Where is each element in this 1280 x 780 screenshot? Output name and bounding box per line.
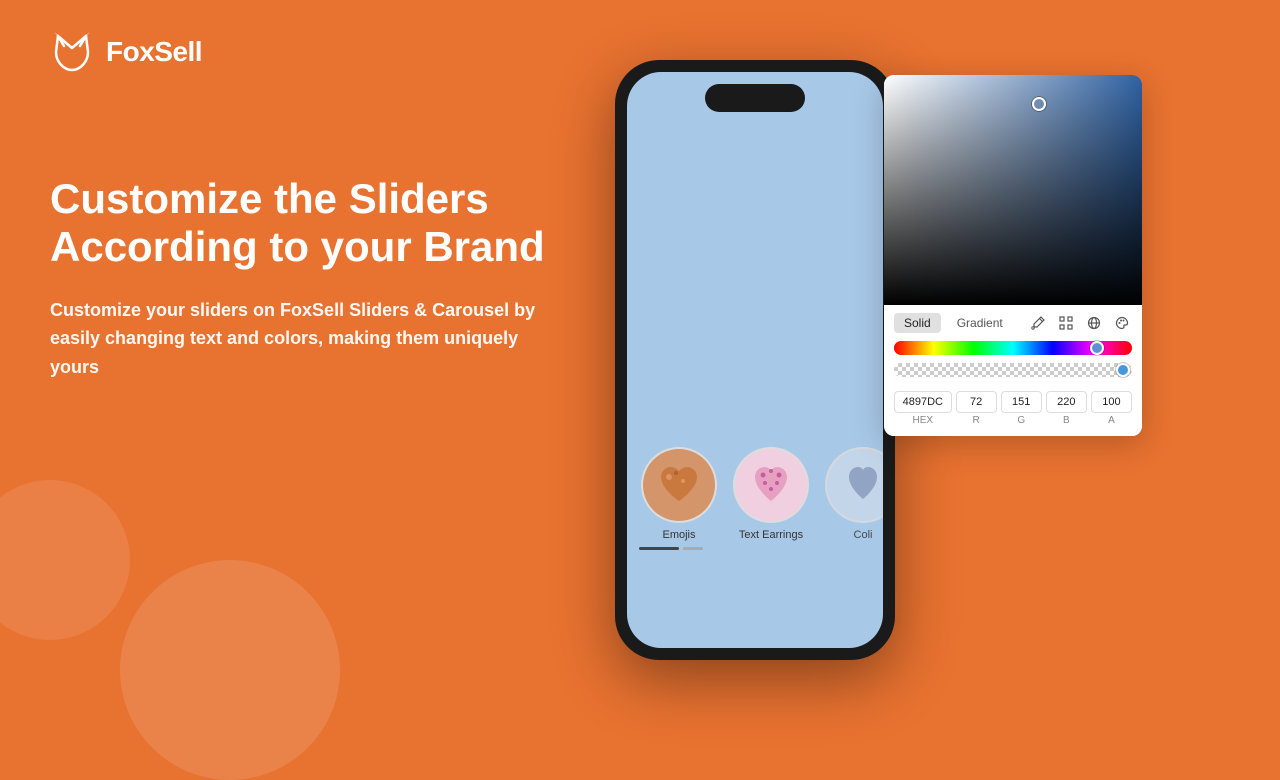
- alpha-slider[interactable]: [894, 363, 1132, 377]
- hex-label: HEX: [913, 415, 934, 426]
- slider-label-emojis: Emojis: [662, 529, 695, 541]
- logo-icon: [50, 30, 94, 74]
- g-field: G: [1001, 391, 1042, 426]
- slider-img-earrings: [733, 447, 809, 523]
- a-field: A: [1091, 391, 1132, 426]
- b-field: B: [1046, 391, 1087, 426]
- color-cursor[interactable]: [1032, 97, 1046, 111]
- slider-item-emojis: Emojis: [639, 447, 719, 541]
- hex-input[interactable]: [894, 391, 952, 413]
- bg-decoration-circle-2: [0, 480, 130, 640]
- color-gradient-canvas[interactable]: [884, 75, 1142, 305]
- grid-icon[interactable]: [1056, 313, 1076, 333]
- phone-frame: Emojis: [615, 60, 895, 660]
- color-picker-panel: Solid Gradient: [884, 75, 1142, 436]
- hue-slider[interactable]: [894, 341, 1132, 355]
- b-label: B: [1063, 415, 1070, 426]
- slider-img-coli: [825, 447, 883, 523]
- phone-slider-area: Emojis: [627, 437, 883, 558]
- gradient-dark-overlay: [884, 75, 1142, 305]
- slider-label-earrings: Text Earrings: [739, 529, 803, 541]
- dot-2: [683, 547, 703, 550]
- hero-subtext: Customize your sliders on FoxSell Slider…: [50, 296, 570, 382]
- alpha-slider-row: [884, 363, 1142, 383]
- slider-dots: [627, 541, 883, 558]
- r-label: R: [973, 415, 980, 426]
- r-field: R: [956, 391, 997, 426]
- eyedropper-icon[interactable]: [1028, 313, 1048, 333]
- tab-gradient[interactable]: Gradient: [947, 313, 1013, 333]
- picker-tool-icons: [1028, 313, 1132, 333]
- a-input[interactable]: [1091, 391, 1132, 413]
- r-input[interactable]: [956, 391, 997, 413]
- tab-solid[interactable]: Solid: [894, 313, 941, 333]
- brand-name: FoxSell: [106, 36, 202, 68]
- header: FoxSell: [50, 30, 202, 74]
- phone-notch: [705, 84, 805, 112]
- bg-decoration-circle-1: [120, 560, 340, 780]
- hero-heading: Customize the Sliders According to your …: [50, 175, 570, 272]
- palette-icon[interactable]: [1112, 313, 1132, 333]
- hex-field: HEX: [894, 391, 952, 426]
- slider-item-coli: Coli: [823, 447, 883, 541]
- slider-items-row: Emojis: [627, 447, 883, 541]
- slider-item-earrings: Text Earrings: [731, 447, 811, 541]
- globe-icon[interactable]: [1084, 313, 1104, 333]
- alpha-thumb[interactable]: [1116, 363, 1130, 377]
- rgba-inputs-row: HEX R G B A: [884, 383, 1142, 436]
- hero-section: Customize the Sliders According to your …: [50, 175, 570, 382]
- phone-mockup: Emojis: [615, 60, 895, 660]
- slider-img-emojis: [641, 447, 717, 523]
- hue-thumb[interactable]: [1090, 341, 1104, 355]
- dot-1: [639, 547, 679, 550]
- g-label: G: [1017, 415, 1025, 426]
- phone-screen: Emojis: [627, 72, 883, 648]
- picker-tabs-row: Solid Gradient: [884, 305, 1142, 341]
- b-input[interactable]: [1046, 391, 1087, 413]
- hue-slider-row: [884, 341, 1142, 363]
- slider-label-coli: Coli: [854, 529, 873, 541]
- g-input[interactable]: [1001, 391, 1042, 413]
- a-label: A: [1108, 415, 1115, 426]
